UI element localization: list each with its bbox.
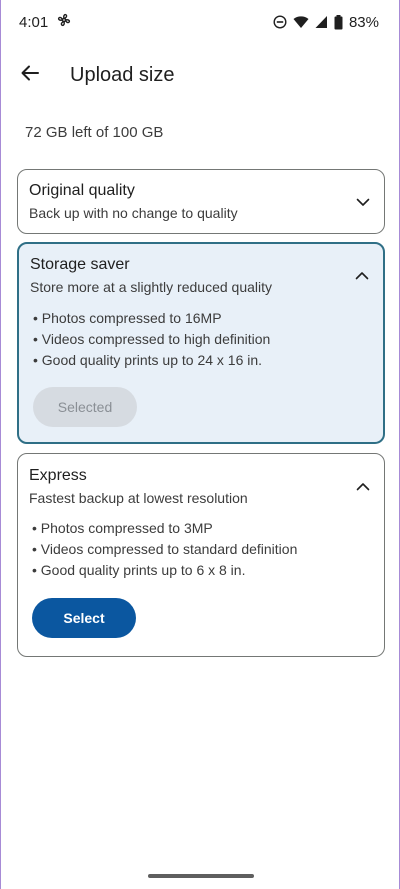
status-left: 4:01 [19, 12, 72, 32]
feature-list: • Photos compressed to 3MP • Videos comp… [32, 518, 297, 581]
chevron-down-icon[interactable] [352, 191, 374, 213]
arrow-back-icon [20, 63, 40, 88]
chevron-up-icon[interactable] [352, 475, 374, 497]
option-title: Storage saver [30, 256, 130, 273]
do-not-disturb-icon [273, 15, 287, 29]
chevron-up-icon[interactable] [351, 264, 373, 286]
back-button[interactable] [6, 52, 54, 98]
option-subtitle: Back up with no change to quality [29, 205, 238, 221]
list-item: • Photos compressed to 16MP [33, 310, 222, 326]
option-original-quality[interactable]: Original quality Back up with no change … [17, 169, 385, 234]
option-storage-saver[interactable]: Storage saver Store more at a slightly r… [17, 242, 385, 444]
battery-percent: 83% [348, 13, 379, 31]
status-right: 83% [273, 14, 379, 31]
storage-summary: 72 GB left of 100 GB [25, 124, 164, 141]
status-time: 4:01 [19, 13, 49, 31]
option-express[interactable]: Express Fastest backup at lowest resolut… [17, 453, 385, 657]
option-subtitle: Store more at a slightly reduced quality [30, 279, 273, 295]
list-item: • Good quality prints up to 24 x 16 in. [33, 352, 263, 368]
battery-icon [334, 14, 343, 30]
select-button[interactable]: Select [32, 598, 136, 638]
screen: 4:01 83% Upload size 72 GB left of 100 G… [0, 0, 400, 889]
list-item: • Videos compressed to standard definiti… [32, 541, 298, 557]
list-item: • Photos compressed to 3MP [32, 520, 213, 536]
app-bar: Upload size [1, 52, 399, 98]
home-indicator[interactable] [148, 874, 254, 878]
signal-icon [315, 15, 328, 29]
wifi-icon [293, 15, 309, 29]
list-item: • Videos compressed to high definition [33, 331, 271, 347]
option-title: Express [29, 467, 87, 484]
status-bar: 4:01 83% [1, 0, 399, 44]
list-item: • Good quality prints up to 6 x 8 in. [32, 562, 246, 578]
fan-icon [56, 12, 72, 32]
option-subtitle: Fastest backup at lowest resolution [29, 490, 248, 506]
feature-list: • Photos compressed to 16MP • Videos com… [33, 308, 270, 371]
page-title: Upload size [70, 63, 175, 86]
option-title: Original quality [29, 182, 135, 199]
selected-button: Selected [33, 387, 137, 427]
